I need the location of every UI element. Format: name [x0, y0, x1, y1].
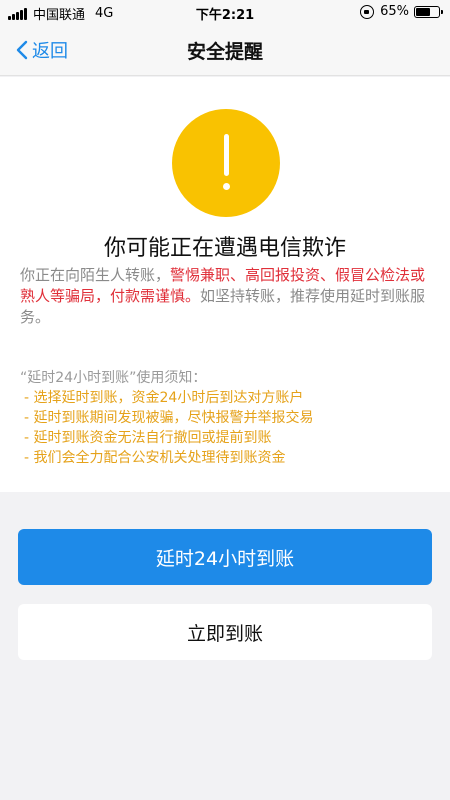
desc-prefix: 你正在向陌生人转账， — [20, 266, 171, 284]
screen: 中国联通 4G 下午2:21 65% 返回 安全提醒 你可能正在遭遇电信欺诈 你… — [0, 0, 450, 800]
rotation-lock-icon — [360, 4, 375, 19]
warning-icon — [172, 109, 280, 217]
notice-item: - 我们会全力配合公安机关处理待到账资金 — [24, 450, 286, 466]
alert-content: 你可能正在遭遇电信欺诈 你正在向陌生人转账，警惕兼职、高回报投资、假冒公检法或熟… — [0, 77, 450, 492]
warning-icon-bar — [224, 134, 229, 176]
battery-icon — [414, 5, 443, 18]
alert-headline: 你可能正在遭遇电信欺诈 — [103, 236, 346, 261]
nav-bar: 返回 安全提醒 — [0, 24, 450, 76]
status-right: 65% — [360, 4, 443, 19]
delay-transfer-button[interactable]: 延时24小时到账 — [18, 529, 432, 585]
page-title: 安全提醒 — [186, 41, 263, 63]
instant-transfer-button[interactable]: 立即到账 — [18, 604, 432, 660]
alert-description: 你正在向陌生人转账，警惕兼职、高回报投资、假冒公检法或熟人等骗局，付款需谨慎。如… — [20, 265, 432, 328]
notice-list: - 选择延时到账，资金24小时后到达对方账户 - 延时到账期间发现被骗，尽快报警… — [24, 388, 314, 468]
status-bar: 中国联通 4G 下午2:21 65% — [0, 0, 450, 24]
battery-level — [416, 7, 430, 16]
notice-title: “延时24小时到账”使用须知： — [20, 370, 207, 386]
notice-item: - 选择延时到账，资金24小时后到达对方账户 — [24, 390, 304, 406]
battery-percent: 65% — [380, 4, 409, 19]
warning-icon-dot — [223, 183, 230, 190]
notice-item: - 延时到账期间发现被骗，尽快报警并举报交易 — [24, 410, 314, 426]
notice-item: - 延时到账资金无法自行撤回或提前到账 — [24, 430, 272, 446]
